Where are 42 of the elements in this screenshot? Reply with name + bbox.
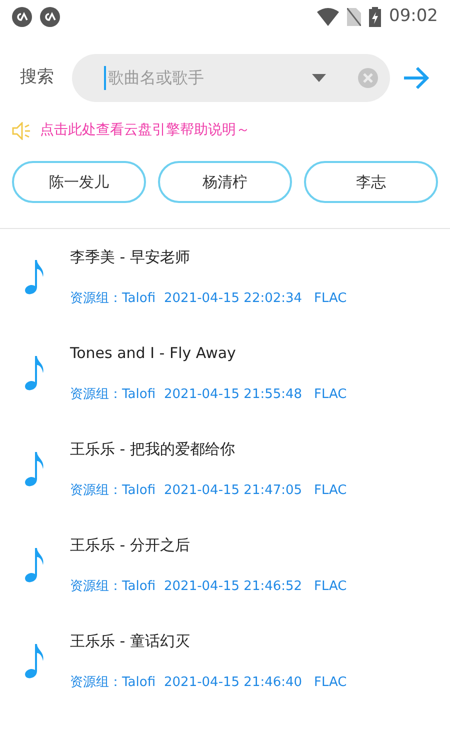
upload-time: 2021-04-15 21:47:05 [164,482,304,500]
upload-time: 2021-04-15 21:55:48 [164,386,304,404]
music-note-icon [24,643,46,679]
no-sim-icon [347,8,361,26]
format-label: FLAC [314,674,347,692]
source-group: 资源组：Talofi [70,672,164,692]
search-label: 搜索 [20,66,55,90]
arrow-right-icon[interactable] [402,66,430,90]
app-icon [12,7,32,27]
song-title[interactable]: Tones and I - Fly Away [70,342,347,364]
music-note-icon [24,451,46,487]
artist-chip[interactable]: 李志 [304,161,438,203]
format-label: FLAC [314,482,347,500]
wifi-icon [317,8,339,26]
dropdown-caret-icon[interactable] [312,74,326,82]
format-label: FLAC [314,290,347,308]
music-note-icon [24,547,46,583]
music-note-icon [24,355,46,391]
music-note-icon [24,259,46,295]
search-bar[interactable]: 歌曲名或歌手 [72,54,390,102]
source-group: 资源组：Talofi [70,576,164,596]
search-field[interactable]: 歌曲名或歌手 [104,66,312,90]
song-title[interactable]: 王乐乐 - 把我的爱都给你 [70,438,347,460]
song-title[interactable]: 王乐乐 - 童话幻灭 [70,630,347,652]
clear-icon[interactable] [358,68,378,88]
upload-time: 2021-04-15 21:46:40 [164,674,304,692]
source-group: 资源组：Talofi [70,288,164,308]
clock-time: 09:02 [389,5,438,28]
song-title[interactable]: 李季美 - 早安老师 [70,246,347,268]
app-icon [40,7,60,27]
source-group: 资源组：Talofi [70,384,164,404]
upload-time: 2021-04-15 22:02:34 [164,290,304,308]
artist-chip[interactable]: 杨清柠 [158,161,292,203]
source-group: 资源组：Talofi [70,480,164,500]
song-title[interactable]: 王乐乐 - 分开之后 [70,534,347,556]
upload-time: 2021-04-15 21:46:52 [164,578,304,596]
speaker-icon [12,122,32,140]
battery-charging-icon [369,7,381,27]
artist-chip[interactable]: 陈一发儿 [12,161,146,203]
help-link[interactable]: 点击此处查看云盘引擎帮助说明～ [40,120,250,141]
format-label: FLAC [314,578,347,596]
format-label: FLAC [314,386,347,404]
